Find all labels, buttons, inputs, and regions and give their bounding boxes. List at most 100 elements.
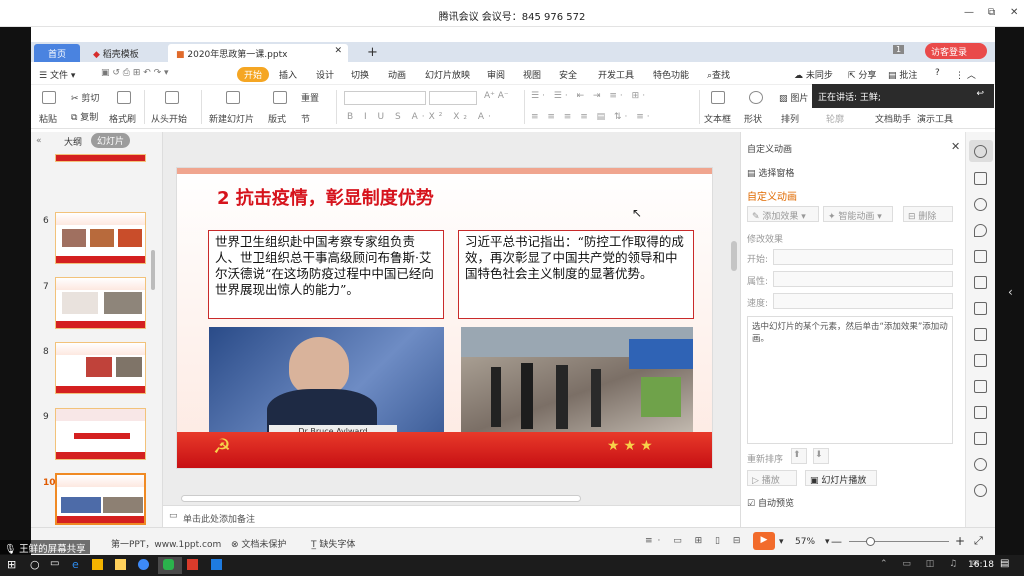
paragraph-buttons[interactable]: ☰· ☰· ⇤ ⇥ ≡· ⊞· — [531, 91, 648, 101]
animation-list[interactable]: 选中幻灯片的某个元素，然后单击“添加效果”添加动画。 — [747, 316, 953, 444]
thumb-scrollbar[interactable] — [151, 250, 155, 290]
menu-sync[interactable]: ☁ 未同步 — [794, 68, 833, 81]
play-slideshow-button[interactable]: ▶ — [753, 532, 775, 550]
reset-button[interactable]: 重置 — [301, 91, 319, 104]
menu-security[interactable]: 安全 — [559, 68, 577, 81]
collapse-pane-icon[interactable]: « — [36, 136, 42, 146]
inspection-photo[interactable] — [461, 327, 693, 441]
doc-helper-button[interactable]: 文档助手 — [875, 112, 911, 125]
fill-icon[interactable] — [974, 250, 987, 263]
shape-icon[interactable] — [749, 91, 763, 104]
menu-start[interactable]: 开始 — [237, 67, 270, 82]
more-icon[interactable]: ⋮ ︿ — [955, 68, 976, 81]
layout-icon[interactable] — [273, 91, 287, 104]
textbox-button[interactable]: 文本框 — [704, 112, 731, 125]
picture-button[interactable]: ▨ 图片 — [779, 91, 808, 104]
layout-button[interactable]: 版式 — [268, 112, 286, 125]
menu-animation[interactable]: 动画 — [388, 68, 406, 81]
fit-window-icon[interactable]: ⤢ — [974, 534, 983, 548]
tab-home[interactable]: 首页 — [34, 44, 80, 62]
paste-icon[interactable] — [42, 91, 56, 104]
app-icon[interactable] — [138, 559, 149, 570]
delete-effect-button[interactable]: ⊟ 删除 — [903, 206, 953, 222]
cut-button[interactable]: ✂ 剪切 — [71, 91, 99, 104]
tab-template[interactable]: ◆ 稻壳模板 — [85, 44, 163, 62]
menu-share[interactable]: ⇱ 分享 — [848, 68, 876, 81]
vertical-scrollbar[interactable] — [731, 241, 737, 271]
play-start-icon[interactable] — [165, 91, 179, 104]
outline-button[interactable]: 轮廓 — [826, 112, 844, 125]
play-dropdown-icon[interactable]: ▾ — [779, 537, 784, 547]
edit-icon[interactable] — [974, 380, 987, 393]
tab-document[interactable]: ■ 2020年思政第一课.pptx ✕ — [168, 44, 348, 62]
back-arrow-icon[interactable]: ↩ — [976, 89, 984, 99]
box-icon[interactable] — [974, 406, 987, 419]
left-quote-textbox[interactable]: 世界卫生组织赴中国考察专家组负责人、世卫组织总干事高级顾问布鲁斯·艾尔沃德说“在… — [208, 230, 444, 319]
shape-button[interactable]: 形状 — [744, 112, 762, 125]
view-mode-buttons[interactable]: ≡· ▭ ⊞ ▯ ⊟ — [645, 536, 745, 546]
menu-design[interactable]: 设计 — [316, 68, 334, 81]
menu-transition[interactable]: 切换 — [351, 68, 369, 81]
slide-thumbnail[interactable] — [55, 154, 146, 162]
move-down-icon[interactable]: ⬇ — [813, 448, 829, 464]
zoom-dropdown-icon[interactable]: ▾ — [825, 537, 830, 547]
start-select[interactable] — [773, 249, 953, 265]
menu-search[interactable]: ⌕查找 — [707, 68, 730, 81]
compass-icon[interactable] — [974, 484, 987, 497]
smart-animation-button[interactable]: ✦ 智能动画 ▾ — [823, 206, 893, 222]
picture-icon[interactable] — [974, 432, 987, 445]
speed-select[interactable] — [773, 293, 953, 309]
align-buttons[interactable]: ≡ ≡ ≡ ≡ ▤ ⇅· ≡· — [531, 112, 653, 122]
grid-icon[interactable] — [974, 276, 987, 289]
zoom-out-button[interactable]: — — [831, 535, 842, 548]
textbox-icon[interactable] — [711, 91, 725, 104]
autopreview-checkbox[interactable]: ☑ 自动预览 — [747, 496, 794, 509]
zoom-slider-handle[interactable] — [866, 537, 875, 546]
wps-icon[interactable] — [187, 559, 198, 570]
present-tool-button[interactable]: 演示工具 — [917, 112, 953, 125]
chart-icon[interactable] — [974, 302, 987, 315]
task-view-icon[interactable]: ▭ — [50, 558, 59, 569]
move-up-icon[interactable]: ⬆ — [791, 448, 807, 464]
menu-devtools[interactable]: 开发工具 — [598, 68, 634, 81]
slide-thumbnail-7[interactable] — [55, 277, 146, 329]
location-icon[interactable] — [974, 224, 987, 237]
right-quote-textbox[interactable]: 习近平总书记指出：“防控工作取得的成效，再次彰显了中国共产党的领导和中国特色社会… — [458, 230, 694, 319]
close-pane-icon[interactable]: ✕ — [951, 140, 960, 153]
quick-access-icons[interactable]: ▣ ↺ ⎙ ⊞ ↶ ↷ ▾ — [101, 68, 169, 78]
animation-star-icon[interactable] — [974, 145, 987, 158]
format-painter-icon[interactable] — [117, 91, 131, 104]
slide-thumbnail-8[interactable] — [55, 342, 146, 394]
tab-outline[interactable]: 大纲 — [64, 135, 82, 148]
wechat-icon[interactable] — [163, 559, 174, 570]
slide-thumbnail-10-selected[interactable] — [55, 473, 146, 525]
expand-panel-icon[interactable]: ‹ — [1008, 285, 1013, 299]
slide-title[interactable]: 2 抗击疫情，彰显制度优势 — [217, 184, 434, 210]
image-icon[interactable] — [974, 354, 987, 367]
slideshow-play-button[interactable]: ▣ 幻灯片播放 — [805, 470, 877, 486]
notification-icon[interactable]: ▤ — [1000, 558, 1009, 569]
new-slide-icon[interactable] — [226, 91, 240, 104]
menu-insert[interactable]: 插入 — [279, 68, 297, 81]
restore-button[interactable]: ⧉ — [988, 7, 995, 18]
close-button[interactable]: ✕ — [1010, 7, 1018, 18]
format-painter-button[interactable]: 格式刷 — [109, 112, 136, 125]
aylward-photo[interactable]: Dr Bruce Aylward — [209, 327, 444, 441]
play-button[interactable]: ▷ 播放 — [747, 470, 797, 486]
tab-slides[interactable]: 幻灯片 — [91, 133, 131, 148]
font-size-select[interactable] — [429, 91, 477, 105]
files-icon[interactable] — [92, 559, 103, 570]
new-tab-button[interactable]: + — [359, 42, 386, 60]
add-effect-button[interactable]: ✎ 添加效果 ▾ — [747, 206, 819, 222]
arrange-button[interactable]: 排列 — [781, 112, 799, 125]
settings-sliders-icon[interactable] — [974, 328, 987, 341]
close-tab-icon[interactable]: ✕ — [334, 46, 342, 56]
minimize-button[interactable]: — — [964, 7, 974, 18]
menu-slideshow[interactable]: 幻灯片放映 — [425, 68, 470, 81]
slide[interactable]: 2 抗击疫情，彰显制度优势 世界卫生组织赴中国考察专家组负责人、世卫组织总干事高… — [176, 167, 713, 469]
meeting-icon[interactable] — [211, 559, 222, 570]
horizontal-scrollbar[interactable] — [181, 495, 581, 502]
new-slide-button[interactable]: 新建幻灯片 — [209, 112, 254, 125]
menu-annotate[interactable]: ▤ 批注 — [888, 68, 917, 81]
select-pane-button[interactable]: ▤ 选择窗格 — [747, 166, 794, 179]
